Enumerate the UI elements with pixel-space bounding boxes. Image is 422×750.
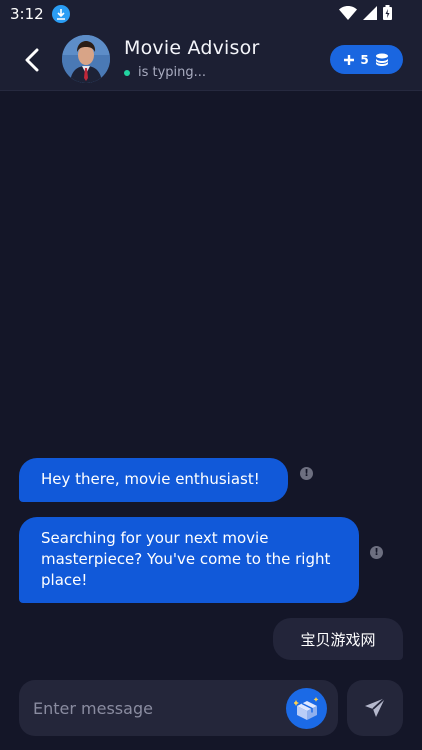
send-icon [365,697,386,717]
coins-icon [375,53,388,66]
online-dot [124,69,130,76]
credits-count: 5 [360,52,369,67]
buy-credits-button[interactable]: 5 [330,45,403,74]
user-message[interactable]: 宝贝游戏网 [273,618,403,660]
chevron-left-icon [25,48,39,72]
gift-box-icon [293,696,318,720]
report-icon[interactable]: ! [370,546,383,559]
typing-indicator: is typing... [124,65,206,80]
battery-icon [383,5,392,24]
chat-header: Movie Advisor is typing... 5 [0,28,422,91]
bot-message[interactable]: Searching for your next movie masterpiec… [19,517,359,603]
typing-text: is typing... [138,65,207,80]
avatar[interactable] [62,35,110,83]
report-icon[interactable]: ! [300,467,313,480]
download-icon [51,5,70,23]
signal-icon [363,5,377,24]
wifi-icon [339,5,357,24]
message-input[interactable] [33,680,283,736]
status-time: 3:12 [10,5,44,23]
gift-button[interactable] [286,688,327,729]
chat-title: Movie Advisor [124,37,260,59]
back-button[interactable] [18,46,46,74]
composer [19,680,338,736]
send-button[interactable] [347,680,403,736]
bot-message[interactable]: Hey there, movie enthusiast! [19,458,288,502]
status-bar: 3:12 [0,0,422,28]
plus-icon [344,54,355,65]
